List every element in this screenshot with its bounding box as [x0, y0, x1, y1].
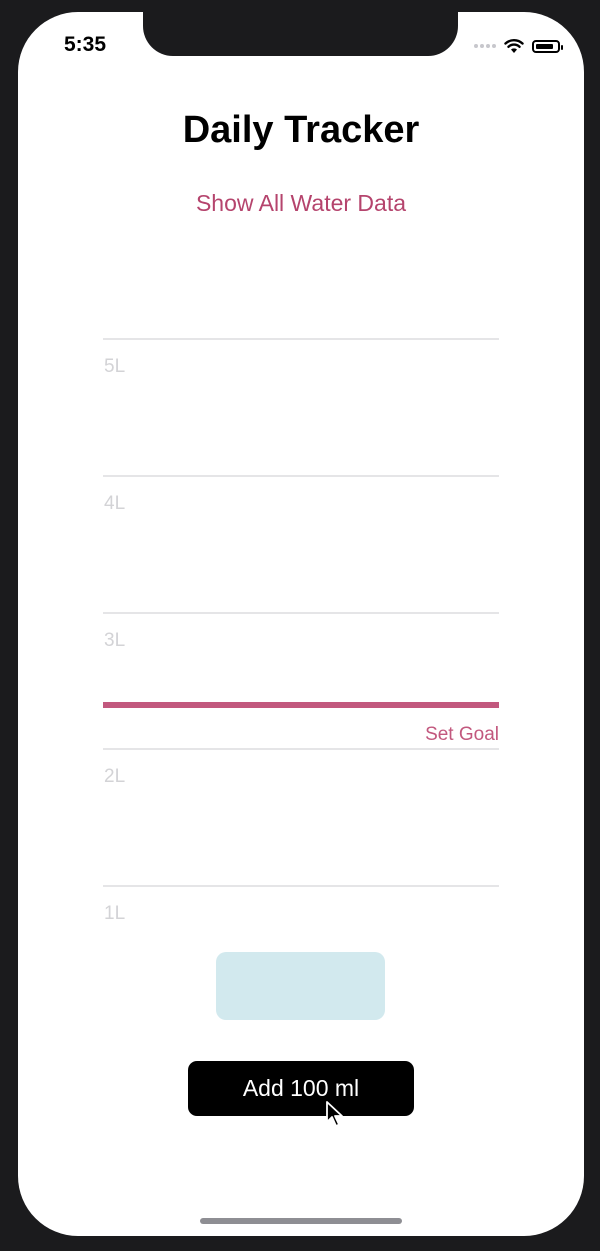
status-time: 5:35 — [64, 33, 107, 56]
level-label-1l: 1L — [104, 903, 126, 924]
battery-icon — [532, 39, 563, 53]
grid-line-4l — [103, 475, 499, 477]
water-level-bar — [216, 952, 385, 1020]
add-button-label: Add 100 ml — [242, 1075, 360, 1101]
water-chart: 5L 4L 3L Set Goal 2L 1L — [103, 12, 499, 1236]
grid-line-3l — [103, 612, 499, 614]
level-label-3l: 3L — [104, 630, 126, 651]
level-label-5l: 5L — [104, 356, 126, 377]
set-goal-button[interactable]: Set Goal — [425, 724, 499, 746]
home-indicator[interactable] — [200, 1218, 402, 1224]
app-screen: 5:35 Daily Tracker Show All Water Data 5… — [18, 12, 584, 1236]
level-label-4l: 4L — [104, 493, 126, 514]
level-label-2l: 2L — [104, 766, 126, 787]
mouse-cursor-icon — [326, 1101, 343, 1127]
wifi-icon — [504, 39, 524, 53]
grid-line-2l — [103, 748, 499, 750]
add-100ml-button[interactable]: Add 100 ml — [188, 1061, 414, 1116]
goal-line[interactable] — [103, 702, 499, 708]
grid-line-1l — [103, 885, 499, 887]
grid-line-5l — [103, 338, 499, 340]
